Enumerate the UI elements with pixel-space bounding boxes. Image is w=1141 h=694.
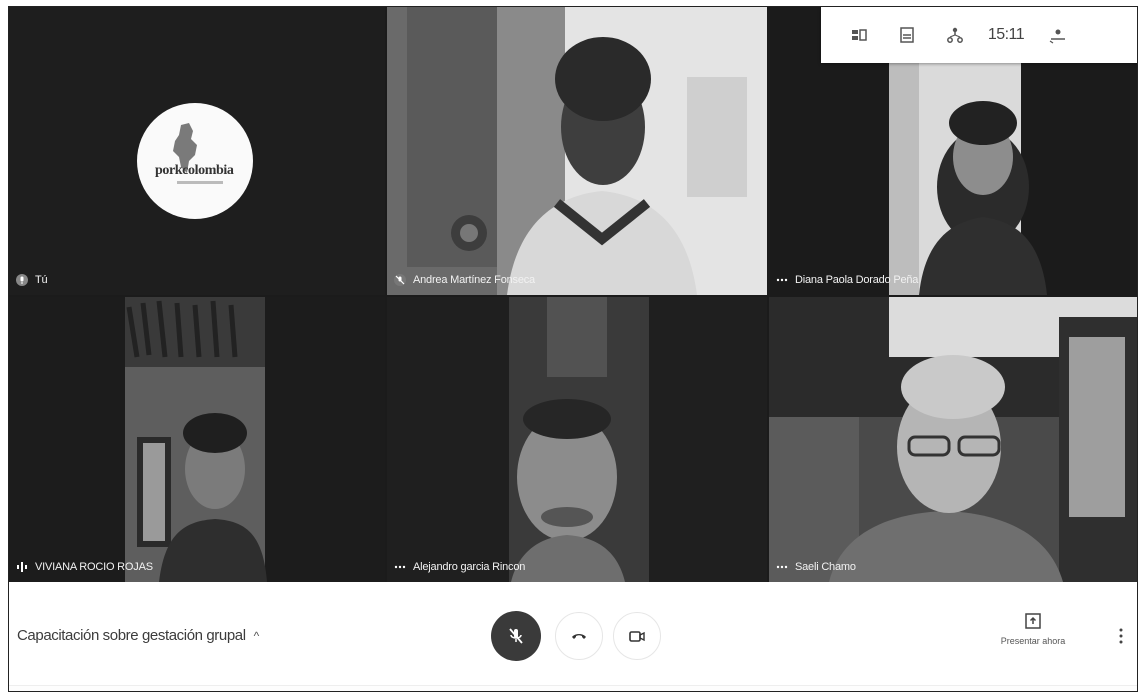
participant-name: Diana Paola Dorado Peña (795, 274, 919, 286)
participant-tile-self[interactable]: porkcolombia Tú (9, 7, 385, 295)
people-button[interactable] (931, 7, 979, 63)
present-now-label: Presentar ahora (1000, 636, 1066, 646)
participant-tile-viviana[interactable]: VIVIANA ROCIO ROJAS (9, 297, 385, 582)
participant-name: Tú (35, 274, 48, 286)
top-right-tray: 15:11 (821, 7, 1137, 63)
hang-up-icon (572, 634, 586, 639)
video-feed (9, 297, 385, 582)
participant-label: Tú (15, 273, 48, 287)
meeting-details-button[interactable]: Capacitación sobre gestación grupal ^ (17, 627, 259, 644)
mic-toggle-button[interactable] (491, 611, 541, 661)
participant-label: Saeli Chamo (775, 560, 856, 574)
present-screen-icon (1025, 613, 1041, 629)
participant-label: VIVIANA ROCIO ROJAS (15, 560, 153, 574)
participant-name: VIVIANA ROCIO ROJAS (35, 561, 153, 573)
participant-tile-alejandro[interactable]: Alejandro garcia Rincon (387, 297, 767, 582)
chevron-up-icon: ^ (253, 628, 260, 643)
meeting-title: Capacitación sobre gestación grupal (17, 627, 246, 644)
video-feed (387, 7, 767, 295)
participant-tile-saeli[interactable]: Saeli Chamo (769, 297, 1137, 582)
speaker-icon (15, 273, 29, 287)
bottom-control-bar: Capacitación sobre gestación grupal ^ Pr… (9, 582, 1137, 691)
participant-name: Saeli Chamo (795, 561, 856, 573)
mic-off-icon (509, 628, 523, 644)
participant-label: Alejandro garcia Rincon (393, 560, 525, 574)
layout-icon (852, 29, 867, 41)
people-icon (947, 27, 963, 43)
camera-toggle-button[interactable] (613, 612, 661, 660)
captions-button[interactable] (883, 7, 931, 63)
present-now-button[interactable]: Presentar ahora (987, 612, 1079, 646)
participant-label: Andrea Martínez Fonseca (393, 273, 535, 287)
account-icon (1049, 29, 1065, 44)
participant-label: Diana Paola Dorado Peña (775, 273, 918, 287)
more-dots-icon (393, 560, 407, 574)
captions-icon (900, 27, 914, 43)
logo-wordmark: porkcolombia (155, 163, 234, 178)
video-feed (769, 297, 1137, 582)
logo-tagline-line (177, 181, 223, 184)
more-dots-icon (775, 560, 789, 574)
more-dots-icon (775, 273, 789, 287)
camera-icon (629, 631, 645, 642)
layout-button[interactable] (835, 7, 883, 63)
more-vert-icon (1119, 628, 1123, 644)
more-options-button[interactable] (1113, 622, 1129, 650)
participant-tile-andrea[interactable]: Andrea Martínez Fonseca (387, 7, 767, 295)
participant-name: Alejandro garcia Rincon (413, 561, 526, 573)
participant-grid: porkcolombia Tú Andrea Martínez Fonseca … (9, 7, 1137, 582)
clock-readout: 15:11 (987, 26, 1025, 43)
account-button[interactable] (1033, 7, 1081, 63)
leave-call-button[interactable] (555, 612, 603, 660)
participant-name: Andrea Martínez Fonseca (413, 274, 535, 286)
speaking-indicator-icon (15, 560, 29, 574)
video-feed (387, 297, 767, 582)
porkcolombia-logo: porkcolombia (137, 103, 253, 219)
meet-window: porkcolombia Tú Andrea Martínez Fonseca … (8, 6, 1138, 692)
mic-off-icon (393, 273, 407, 287)
bottom-divider (9, 685, 1137, 691)
